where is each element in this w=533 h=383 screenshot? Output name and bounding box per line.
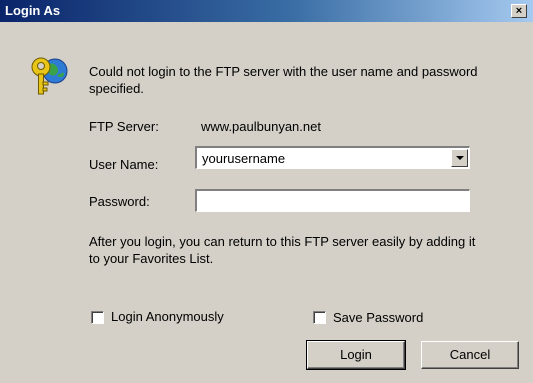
password-label: Password: (89, 194, 150, 209)
user-name-combobox[interactable]: yourusername (195, 146, 470, 169)
cancel-button[interactable]: Cancel (421, 341, 519, 369)
save-password-checkbox[interactable] (313, 311, 326, 324)
window-title: Login As (5, 3, 61, 18)
password-input[interactable] (195, 189, 470, 212)
login-anonymously-checkbox[interactable] (91, 311, 104, 324)
user-name-dropdown-button[interactable] (451, 149, 468, 167)
user-name-label: User Name: (89, 157, 159, 172)
title-bar[interactable]: Login As × (0, 0, 533, 22)
close-button[interactable]: × (511, 4, 527, 18)
ftp-server-value: www.paulbunyan.net (201, 119, 321, 134)
login-as-dialog: Login As × Could not login to the FTP se… (0, 0, 533, 383)
error-message: Could not login to the FTP server with t… (89, 64, 478, 96)
ftp-server-label: FTP Server: (89, 119, 159, 134)
save-password-label[interactable]: Save Password (333, 310, 423, 325)
login-button[interactable]: Login (306, 340, 406, 370)
close-icon: × (515, 5, 523, 17)
chevron-down-icon (456, 156, 464, 160)
user-name-value: yourusername (202, 151, 286, 166)
login-anonymously-label[interactable]: Login Anonymously (111, 309, 224, 324)
favorites-info: After you login, you can return to this … (89, 234, 476, 266)
key-globe-icon (31, 57, 68, 95)
